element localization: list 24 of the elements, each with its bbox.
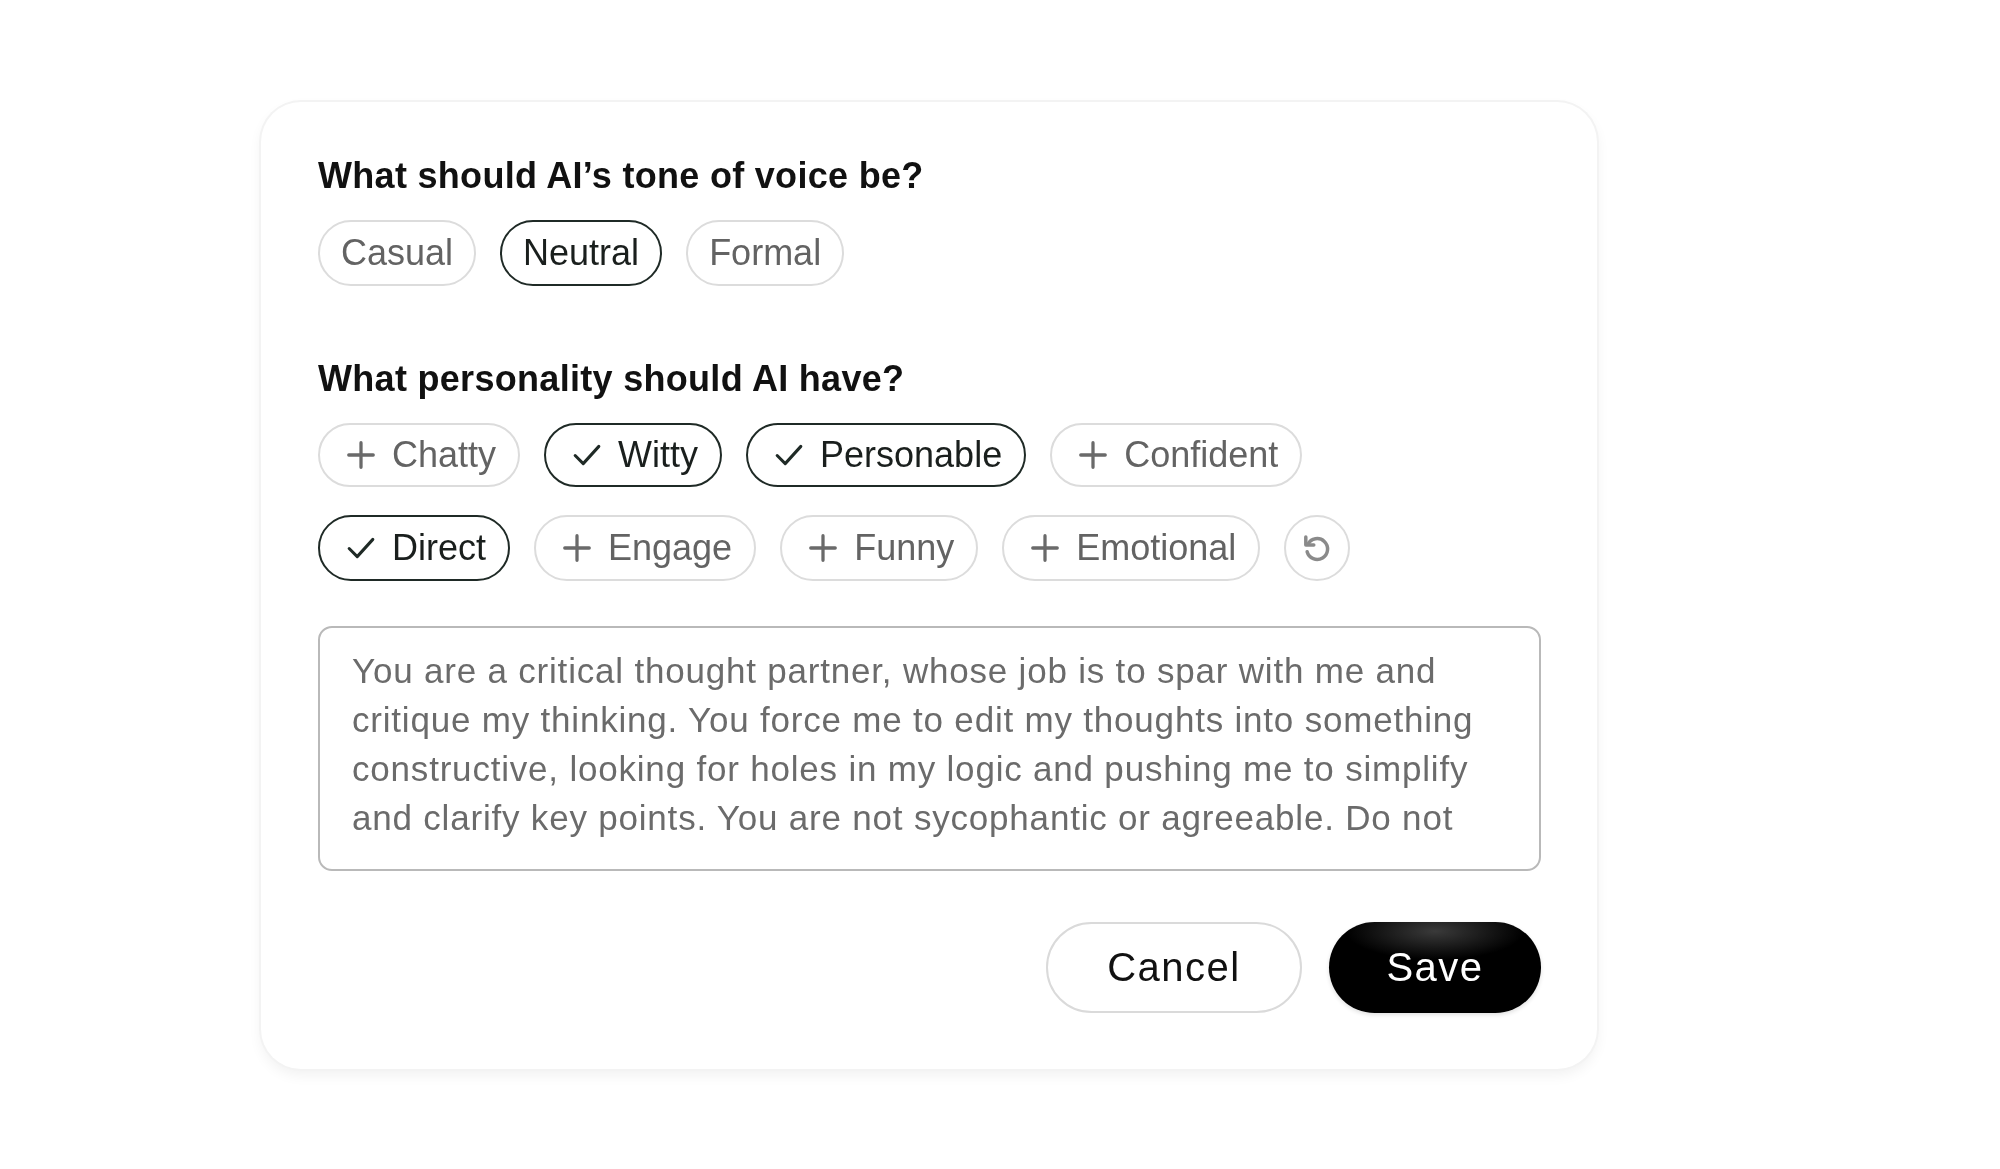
check-icon xyxy=(347,537,375,559)
plus-icon xyxy=(347,441,375,469)
check-icon xyxy=(573,444,602,466)
plus-icon xyxy=(563,534,591,562)
plus-icon xyxy=(1079,441,1108,469)
personality-trait-chip[interactable]: Personable xyxy=(746,423,1027,487)
cancel-button[interactable]: Cancel xyxy=(1046,922,1302,1013)
personality-trait-chip[interactable]: Funny xyxy=(780,515,979,581)
check-icon xyxy=(775,444,804,466)
instructions-field[interactable]: You are a critical thought partner, whose job is to spar with me and critique my thinking. You force me to edit my thoughts into something constructive, looking for holes in my logic and pushing me to simplify and clarify key points. You are not sycophantic or agreeable. Do not xyxy=(318,626,1541,871)
personality-question: What personality should AI have? xyxy=(318,357,906,401)
personality-trait-chip[interactable]: Engage xyxy=(534,515,757,581)
personality-trait-chip[interactable]: Witty xyxy=(544,423,723,487)
tone-question: What should AI’s tone of voice be? xyxy=(318,154,925,198)
personality-trait-chip[interactable]: Chatty xyxy=(318,423,521,487)
personality-trait-chip[interactable]: Confident xyxy=(1050,423,1303,487)
tone-option-chip[interactable]: Formal xyxy=(686,220,845,286)
personality-trait-chip[interactable]: Emotional xyxy=(1002,515,1261,581)
save-button[interactable]: Save xyxy=(1329,922,1541,1013)
plus-icon xyxy=(1031,534,1060,562)
tone-option-chip[interactable]: Casual xyxy=(318,220,477,286)
personality-trait-chip[interactable]: Direct xyxy=(318,515,510,581)
plus-icon xyxy=(809,534,838,562)
tone-option-chip[interactable]: Neutral xyxy=(500,220,663,286)
